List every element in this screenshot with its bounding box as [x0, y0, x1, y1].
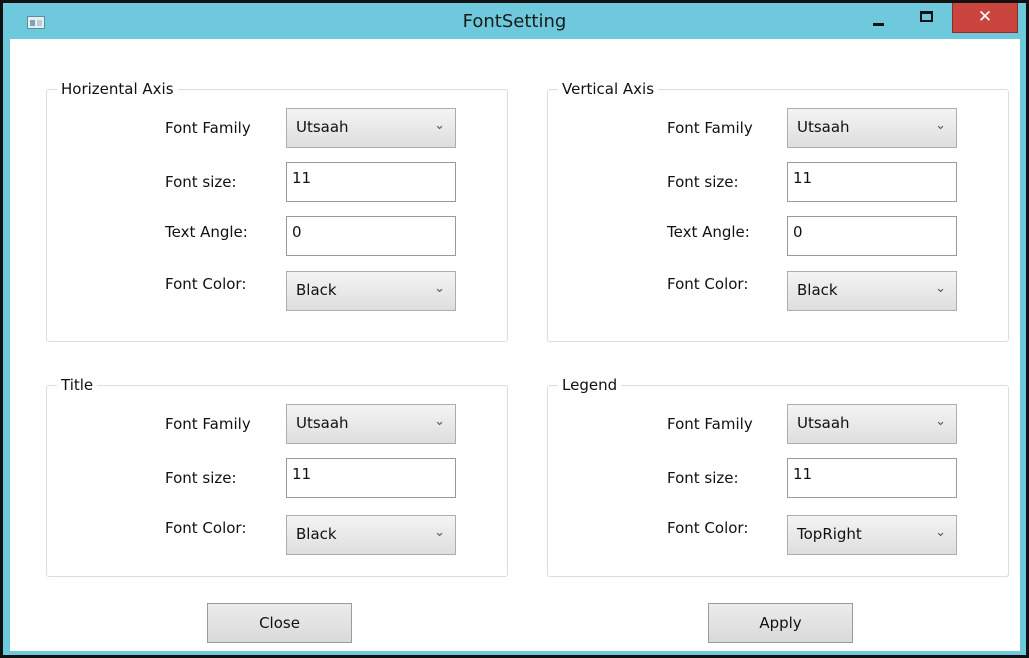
font-color-label: Font Color: — [667, 519, 749, 537]
maximize-button[interactable] — [903, 3, 949, 34]
title-bar[interactable]: FontSetting ✕ — [3, 3, 1026, 39]
font-family-label: Font Family — [667, 415, 753, 433]
font-size-label: Font size: — [667, 469, 739, 487]
vertical-axis-group: Vertical Axis Font Family Utsaah ⌄ Font … — [547, 80, 1009, 342]
title-group: Title Font Family Utsaah ⌄ Font size: 11… — [46, 376, 508, 577]
font-family-label: Font Family — [165, 119, 251, 137]
close-button[interactable]: Close — [207, 603, 352, 643]
chevron-down-icon: ⌄ — [434, 525, 445, 540]
horizontal-text-angle-input[interactable]: 0 — [286, 216, 456, 256]
group-title: Title — [57, 376, 98, 394]
group-title: Vertical Axis — [558, 80, 659, 98]
chevron-down-icon: ⌄ — [935, 414, 946, 429]
dialog-content: Horizental Axis Font Family Utsaah ⌄ Fon… — [10, 39, 1020, 651]
vertical-text-angle-input[interactable]: 0 — [787, 216, 957, 256]
legend-font-size-input[interactable]: 11 — [787, 458, 957, 498]
legend-font-family-combo[interactable]: Utsaah ⌄ — [787, 404, 957, 444]
horizontal-axis-group: Horizental Axis Font Family Utsaah ⌄ Fon… — [46, 80, 508, 342]
input-value: 11 — [292, 169, 312, 187]
legend-position-combo[interactable]: TopRight ⌄ — [787, 515, 957, 555]
font-color-label: Font Color: — [667, 275, 749, 293]
font-size-label: Font size: — [165, 173, 237, 191]
font-family-label: Font Family — [667, 119, 753, 137]
font-family-label: Font Family — [165, 415, 251, 433]
input-value: 11 — [793, 169, 813, 187]
legend-group: Legend Font Family Utsaah ⌄ Font size: 1… — [547, 376, 1009, 577]
group-title: Horizental Axis — [57, 80, 178, 98]
font-color-label: Font Color: — [165, 519, 247, 537]
text-angle-label: Text Angle: — [165, 223, 248, 241]
combo-value: Utsaah — [296, 414, 349, 432]
font-size-label: Font size: — [165, 469, 237, 487]
combo-value: Black — [296, 525, 337, 543]
vertical-font-size-input[interactable]: 11 — [787, 162, 957, 202]
input-value: 0 — [793, 223, 803, 241]
title-font-color-combo[interactable]: Black ⌄ — [286, 515, 456, 555]
chevron-down-icon: ⌄ — [935, 118, 946, 133]
input-value: 11 — [793, 465, 813, 483]
chevron-down-icon: ⌄ — [434, 414, 445, 429]
maximize-icon — [920, 11, 933, 22]
input-value: 11 — [292, 465, 312, 483]
group-title: Legend — [558, 376, 622, 394]
minimize-icon — [873, 23, 884, 26]
combo-value: Black — [797, 281, 838, 299]
font-color-label: Font Color: — [165, 275, 247, 293]
combo-value: Utsaah — [797, 414, 850, 432]
chevron-down-icon: ⌄ — [935, 281, 946, 296]
minimize-button[interactable] — [857, 3, 903, 34]
close-window-button[interactable]: ✕ — [952, 3, 1018, 33]
chevron-down-icon: ⌄ — [935, 525, 946, 540]
horizontal-font-family-combo[interactable]: Utsaah ⌄ — [286, 108, 456, 148]
combo-value: TopRight — [797, 525, 862, 543]
combo-value: Utsaah — [296, 118, 349, 136]
horizontal-font-color-combo[interactable]: Black ⌄ — [286, 271, 456, 311]
font-setting-window: FontSetting ✕ Horizental Axis Font Famil… — [0, 0, 1029, 658]
input-value: 0 — [292, 223, 302, 241]
chevron-down-icon: ⌄ — [434, 118, 445, 133]
text-angle-label: Text Angle: — [667, 223, 750, 241]
combo-value: Utsaah — [797, 118, 850, 136]
title-font-family-combo[interactable]: Utsaah ⌄ — [286, 404, 456, 444]
combo-value: Black — [296, 281, 337, 299]
font-size-label: Font size: — [667, 173, 739, 191]
vertical-font-family-combo[interactable]: Utsaah ⌄ — [787, 108, 957, 148]
horizontal-font-size-input[interactable]: 11 — [286, 162, 456, 202]
title-font-size-input[interactable]: 11 — [286, 458, 456, 498]
chevron-down-icon: ⌄ — [434, 281, 445, 296]
apply-button[interactable]: Apply — [708, 603, 853, 643]
vertical-font-color-combo[interactable]: Black ⌄ — [787, 271, 957, 311]
close-icon: ✕ — [977, 7, 993, 27]
